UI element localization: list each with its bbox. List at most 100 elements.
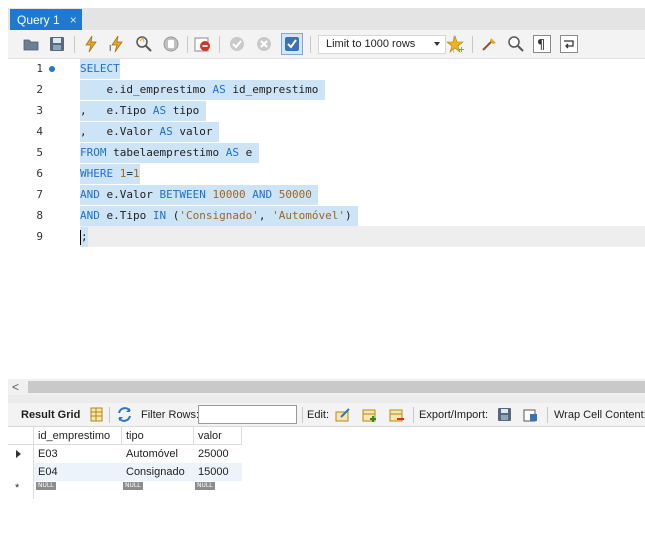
- code-token: SELECT: [80, 62, 120, 75]
- current-row-icon: [16, 450, 21, 458]
- stop-on-error-icon[interactable]: [194, 35, 212, 53]
- new-row-star-icon: *: [15, 482, 20, 494]
- scrollbar-thumb[interactable]: [28, 381, 645, 393]
- code-line[interactable]: AND e.Tipo IN ('Consignado', 'Automóvel'…: [80, 206, 359, 226]
- chevron-down-icon: [434, 42, 440, 46]
- delete-row-icon[interactable]: [388, 406, 405, 423]
- code-token: e.id_emprestimo: [80, 83, 213, 96]
- code-token: AS: [225, 146, 239, 159]
- insert-row-icon[interactable]: [361, 406, 378, 423]
- toolbar-separator: [302, 407, 303, 423]
- limit-rows-select[interactable]: Limit to 1000 rows: [318, 35, 446, 54]
- table-cell[interactable]: Consignado: [122, 463, 194, 481]
- beautify-icon[interactable]: [480, 35, 498, 53]
- table-cell[interactable]: 15000: [194, 463, 242, 481]
- code-token: BETWEEN: [159, 188, 206, 201]
- column-header-tipo[interactable]: tipo: [122, 427, 194, 445]
- edit-row-icon[interactable]: [334, 406, 351, 423]
- filter-rows-label: Filter Rows:: [141, 409, 200, 421]
- line-number: 3: [36, 104, 43, 117]
- explain-icon[interactable]: [135, 35, 153, 53]
- toolbar-separator: [310, 36, 311, 53]
- code-token: AS: [212, 83, 226, 96]
- editor-horizontal-scrollbar[interactable]: <: [8, 379, 645, 395]
- line-number: 1: [36, 62, 43, 75]
- line-number: 4: [36, 125, 43, 138]
- statement-marker-icon[interactable]: [49, 66, 55, 72]
- invisible-chars-icon[interactable]: ¶: [533, 35, 551, 53]
- code-line[interactable]: WHERE 1=1: [80, 164, 140, 184]
- code-token: id_emprestimo: [225, 83, 326, 96]
- code-token: 50000: [278, 188, 312, 201]
- close-tab-icon[interactable]: ×: [70, 13, 77, 27]
- row-selector[interactable]: [8, 463, 34, 481]
- commit-icon[interactable]: [228, 35, 246, 53]
- code-line[interactable]: ;: [80, 227, 88, 247]
- toolbar-separator: [219, 36, 220, 53]
- row-selector[interactable]: [8, 445, 34, 463]
- scroll-left-icon[interactable]: <: [12, 380, 19, 394]
- code-token: 'Consignado': [179, 209, 259, 222]
- code-token: , e.Valor: [80, 125, 160, 138]
- null-badge[interactable]: NULL: [123, 482, 143, 490]
- code-token: tipo: [166, 104, 206, 117]
- result-grid[interactable]: id_emprestimo tipo valor E03 Automóvel 2…: [8, 427, 645, 534]
- line-number: 6: [36, 167, 43, 180]
- column-header-valor[interactable]: valor: [194, 427, 242, 445]
- result-grid-label[interactable]: Result Grid: [21, 409, 80, 421]
- table-cell[interactable]: E04: [34, 463, 122, 481]
- code-token: tabelaemprestimo: [106, 146, 226, 159]
- export-import-label: Export/Import:: [419, 409, 489, 421]
- svg-text:+: +: [458, 45, 464, 53]
- grid-view-icon[interactable]: [88, 406, 105, 423]
- save-icon[interactable]: [48, 35, 66, 53]
- toolbar-separator: [109, 407, 110, 423]
- toolbar-separator: [413, 407, 414, 423]
- table-cell[interactable]: E03: [34, 445, 122, 463]
- bookmark-icon[interactable]: +: [446, 35, 465, 54]
- code-line[interactable]: , e.Tipo AS tipo: [80, 101, 206, 121]
- column-header-id-emprestimo[interactable]: id_emprestimo: [34, 427, 122, 445]
- open-folder-icon[interactable]: [22, 35, 40, 53]
- export-icon[interactable]: [496, 406, 513, 423]
- stop-icon[interactable]: [162, 35, 180, 53]
- rollback-icon[interactable]: [255, 35, 273, 53]
- execute-current-icon[interactable]: I: [108, 35, 126, 53]
- sql-editor[interactable]: 1 SELECT 2 e.id_emprestimo AS id_emprestim…: [8, 59, 645, 379]
- null-badge[interactable]: NULL: [195, 482, 215, 490]
- code-line[interactable]: e.id_emprestimo AS id_emprestimo: [80, 80, 326, 100]
- toolbar-separator: [472, 36, 473, 53]
- table-cell[interactable]: 25000: [194, 445, 242, 463]
- result-toolbar: Result Grid Filter Rows: Edit: Export/Im…: [8, 403, 645, 427]
- code-token: 'Automóvel': [272, 209, 345, 222]
- grid-corner: [8, 427, 34, 445]
- code-token: AND: [80, 188, 100, 201]
- editor-tab-bar: Query 1 ×: [0, 0, 645, 30]
- tab-title: Query 1: [17, 12, 60, 27]
- wrap-cell-content-label: Wrap Cell Content:: [554, 409, 645, 421]
- code-token: FROM: [80, 146, 107, 159]
- code-line[interactable]: SELECT: [80, 59, 120, 79]
- import-icon[interactable]: [522, 406, 539, 423]
- line-number: 8: [36, 209, 43, 222]
- code-token: 1: [133, 167, 140, 180]
- table-cell[interactable]: Automóvel: [122, 445, 194, 463]
- edit-label: Edit:: [307, 409, 330, 421]
- wrap-lines-icon[interactable]: [560, 35, 578, 53]
- new-row-selector[interactable]: *: [8, 481, 34, 499]
- find-icon[interactable]: [507, 35, 525, 53]
- filter-refresh-icon[interactable]: [116, 406, 133, 423]
- code-line[interactable]: FROM tabelaemprestimo AS e: [80, 143, 259, 163]
- svg-text:¶: ¶: [537, 38, 545, 52]
- autocommit-icon[interactable]: [281, 33, 303, 55]
- execute-icon[interactable]: [82, 35, 100, 53]
- code-line[interactable]: AND e.Valor BETWEEN 10000 AND 50000: [80, 185, 319, 205]
- tab-query-1[interactable]: Query 1 ×: [10, 9, 82, 30]
- null-badge[interactable]: NULL: [36, 482, 56, 490]
- code-line[interactable]: , e.Valor AS valor: [80, 122, 220, 142]
- panel-divider[interactable]: [8, 395, 645, 403]
- code-token: e.Tipo: [99, 209, 153, 222]
- code-token: AS: [159, 125, 173, 138]
- filter-rows-input[interactable]: [198, 405, 297, 424]
